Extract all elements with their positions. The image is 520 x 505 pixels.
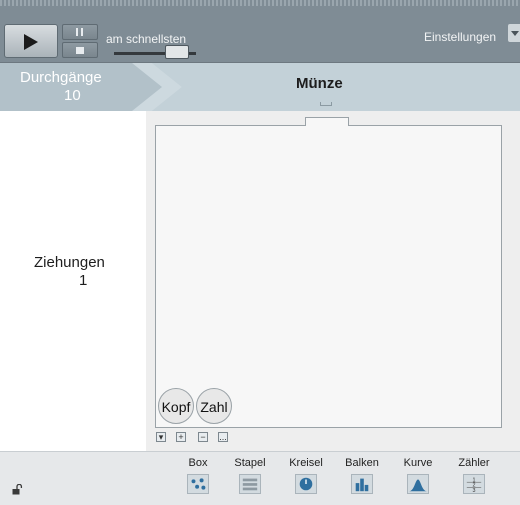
box-icon bbox=[187, 474, 209, 494]
tool-bars-label: Balken bbox=[345, 457, 379, 469]
tool-spinner[interactable]: Kreisel bbox=[282, 457, 330, 494]
runs-label: Durchgänge bbox=[20, 69, 102, 86]
chevron-down-icon bbox=[511, 31, 519, 36]
pause-icon bbox=[76, 28, 78, 36]
add-item-button[interactable]: + bbox=[176, 432, 186, 442]
tool-bars[interactable]: Balken bbox=[338, 457, 386, 494]
stop-icon bbox=[76, 47, 84, 54]
device-title[interactable]: Münze bbox=[296, 75, 343, 92]
header-bar: Durchgänge 10 Münze bbox=[0, 63, 520, 111]
draws-label: Ziehungen bbox=[34, 254, 105, 271]
runs-value[interactable]: 10 bbox=[64, 87, 81, 104]
speed-label: am schnellsten bbox=[106, 32, 187, 46]
toolbar: am schnellsten Einstellungen bbox=[0, 0, 520, 63]
coin-kopf[interactable]: Kopf bbox=[158, 388, 194, 424]
tool-counter-label: Zähler bbox=[458, 457, 490, 469]
lock-open-icon[interactable] bbox=[12, 484, 23, 495]
mixer-frame bbox=[155, 125, 502, 428]
curve-icon bbox=[407, 474, 429, 494]
tool-stack[interactable]: Stapel bbox=[226, 457, 274, 494]
tool-stack-label: Stapel bbox=[234, 457, 266, 469]
more-options-button[interactable]: ... bbox=[218, 432, 228, 442]
tool-counter[interactable]: Zähler 1 2 3 bbox=[450, 457, 498, 494]
spinner-icon bbox=[295, 474, 317, 494]
bar-chart-icon bbox=[351, 474, 373, 494]
svg-text:3: 3 bbox=[473, 488, 476, 494]
play-button[interactable] bbox=[4, 24, 58, 58]
toolbar-grip bbox=[0, 0, 520, 6]
tool-box[interactable]: Box bbox=[174, 457, 222, 494]
stop-button[interactable] bbox=[62, 42, 98, 58]
settings-dropdown-button[interactable] bbox=[508, 24, 520, 42]
tool-curve[interactable]: Kurve bbox=[394, 457, 442, 494]
coin-zahl[interactable]: Zahl bbox=[196, 388, 232, 424]
tool-curve-label: Kurve bbox=[403, 457, 433, 469]
options-dropdown-button[interactable]: ▾ bbox=[156, 432, 166, 442]
remove-item-button[interactable]: − bbox=[198, 432, 208, 442]
pause-button[interactable] bbox=[62, 24, 98, 40]
speed-slider-knob[interactable] bbox=[165, 45, 189, 59]
settings-label[interactable]: Einstellungen bbox=[424, 30, 496, 44]
stack-icon bbox=[239, 474, 261, 494]
counter-icon: 1 2 3 bbox=[463, 474, 485, 494]
tool-box-label: Box bbox=[188, 457, 208, 469]
title-underline-mark bbox=[320, 102, 332, 106]
tool-spinner-label: Kreisel bbox=[289, 457, 323, 469]
draws-value[interactable]: 1 bbox=[79, 272, 87, 289]
play-icon bbox=[24, 34, 38, 50]
